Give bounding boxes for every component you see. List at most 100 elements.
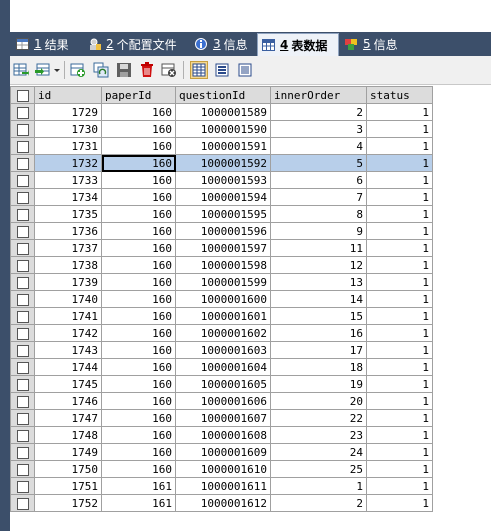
table-row[interactable]: 1737 160 1000001597 11 1	[10, 239, 433, 257]
cell-paperid[interactable]: 160	[101, 205, 176, 223]
cell-paperid[interactable]: 160	[101, 222, 176, 240]
cell-questionid[interactable]: 1000001595	[175, 205, 271, 223]
cell-id[interactable]: 1745	[34, 375, 102, 393]
query-editor-area[interactable]	[10, 0, 491, 32]
cell-innerorder[interactable]: 25	[270, 460, 367, 478]
cell-questionid[interactable]: 1000001611	[175, 477, 271, 495]
cell-questionid[interactable]: 1000001605	[175, 375, 271, 393]
table-row[interactable]: 1733 160 1000001593 6 1	[10, 171, 433, 189]
cell-status[interactable]: 1	[366, 103, 433, 121]
row-checkbox[interactable]	[10, 120, 35, 138]
cell-paperid[interactable]: 160	[101, 307, 176, 325]
column-header-innerorder[interactable]: innerOrder	[270, 86, 367, 104]
cell-innerorder[interactable]: 8	[270, 205, 367, 223]
cell-innerorder[interactable]: 14	[270, 290, 367, 308]
cell-paperid[interactable]: 160	[101, 137, 176, 155]
row-checkbox[interactable]	[10, 460, 35, 478]
cell-status[interactable]: 1	[366, 171, 433, 189]
cell-paperid[interactable]: 160	[101, 188, 176, 206]
table-row[interactable]: 1734 160 1000001594 7 1	[10, 188, 433, 206]
cell-paperid[interactable]: 160	[101, 460, 176, 478]
cell-id[interactable]: 1733	[34, 171, 102, 189]
cell-id[interactable]: 1750	[34, 460, 102, 478]
cell-innerorder[interactable]: 2	[270, 494, 367, 512]
cell-questionid[interactable]: 1000001598	[175, 256, 271, 274]
save-icon[interactable]	[116, 62, 132, 78]
cell-status[interactable]: 1	[366, 154, 433, 172]
cell-status[interactable]: 1	[366, 477, 433, 495]
row-checkbox[interactable]	[10, 273, 35, 291]
cell-innerorder[interactable]: 18	[270, 358, 367, 376]
row-checkbox[interactable]	[10, 358, 35, 376]
cell-status[interactable]: 1	[366, 324, 433, 342]
cell-paperid[interactable]: 161	[101, 494, 176, 512]
cell-questionid[interactable]: 1000001592	[175, 154, 271, 172]
tab-info[interactable]: 3 信息	[191, 34, 255, 54]
cell-id[interactable]: 1741	[34, 307, 102, 325]
cell-questionid[interactable]: 1000001593	[175, 171, 271, 189]
cell-innerorder[interactable]: 20	[270, 392, 367, 410]
cell-paperid[interactable]: 160	[101, 239, 176, 257]
table-row[interactable]: 1745 160 1000001605 19 1	[10, 375, 433, 393]
cell-innerorder[interactable]: 3	[270, 120, 367, 138]
cell-id[interactable]: 1736	[34, 222, 102, 240]
cell-paperid[interactable]: 161	[101, 477, 176, 495]
cell-questionid[interactable]: 1000001594	[175, 188, 271, 206]
tab-results[interactable]: 1 结果	[12, 34, 80, 54]
cell-questionid[interactable]: 1000001596	[175, 222, 271, 240]
cell-status[interactable]: 1	[366, 307, 433, 325]
table-row[interactable]: 1742 160 1000001602 16 1	[10, 324, 433, 342]
cell-paperid[interactable]: 160	[101, 103, 176, 121]
cell-innerorder[interactable]: 12	[270, 256, 367, 274]
cell-status[interactable]: 1	[366, 188, 433, 206]
cell-questionid[interactable]: 1000001600	[175, 290, 271, 308]
column-header-questionid[interactable]: questionId	[175, 86, 271, 104]
cell-status[interactable]: 1	[366, 273, 433, 291]
cell-questionid[interactable]: 1000001597	[175, 239, 271, 257]
cell-questionid[interactable]: 1000001589	[175, 103, 271, 121]
cell-id[interactable]: 1730	[34, 120, 102, 138]
cell-paperid[interactable]: 160	[101, 443, 176, 461]
cell-id[interactable]: 1729	[34, 103, 102, 121]
cell-innerorder[interactable]: 11	[270, 239, 367, 257]
cell-innerorder[interactable]: 1	[270, 477, 367, 495]
cell-innerorder[interactable]: 13	[270, 273, 367, 291]
cell-innerorder[interactable]: 7	[270, 188, 367, 206]
cell-status[interactable]: 1	[366, 239, 433, 257]
cell-innerorder[interactable]: 23	[270, 426, 367, 444]
cell-status[interactable]: 1	[366, 290, 433, 308]
table-row[interactable]: 1736 160 1000001596 9 1	[10, 222, 433, 240]
add-row-icon[interactable]	[70, 62, 86, 78]
cell-questionid[interactable]: 1000001599	[175, 273, 271, 291]
cell-status[interactable]: 1	[366, 358, 433, 376]
cell-questionid[interactable]: 1000001610	[175, 460, 271, 478]
cell-paperid[interactable]: 160	[101, 120, 176, 138]
table-row[interactable]: 1740 160 1000001600 14 1	[10, 290, 433, 308]
cell-questionid[interactable]: 1000001601	[175, 307, 271, 325]
column-header-id[interactable]: id	[34, 86, 102, 104]
cell-questionid[interactable]: 1000001608	[175, 426, 271, 444]
tab-table-data[interactable]: 4 表数据	[257, 33, 339, 56]
export-icon[interactable]	[13, 62, 29, 78]
cell-status[interactable]: 1	[366, 375, 433, 393]
cell-id[interactable]: 1732	[34, 154, 102, 172]
table-row[interactable]: 1741 160 1000001601 15 1	[10, 307, 433, 325]
table-row[interactable]: 1729 160 1000001589 2 1	[10, 103, 433, 121]
table-row[interactable]: 1743 160 1000001603 17 1	[10, 341, 433, 359]
table-row[interactable]: 1731 160 1000001591 4 1	[10, 137, 433, 155]
table-row[interactable]: 1752 161 1000001612 2 1	[10, 494, 433, 512]
table-row[interactable]: 1748 160 1000001608 23 1	[10, 426, 433, 444]
table-row[interactable]: 1735 160 1000001595 8 1	[10, 205, 433, 223]
cell-innerorder[interactable]: 16	[270, 324, 367, 342]
cell-questionid[interactable]: 1000001606	[175, 392, 271, 410]
cell-id[interactable]: 1747	[34, 409, 102, 427]
cell-id[interactable]: 1749	[34, 443, 102, 461]
cancel-icon[interactable]	[161, 62, 177, 78]
cell-id[interactable]: 1752	[34, 494, 102, 512]
row-checkbox[interactable]	[10, 375, 35, 393]
cell-innerorder[interactable]: 24	[270, 443, 367, 461]
cell-questionid[interactable]: 1000001607	[175, 409, 271, 427]
column-header-paperid[interactable]: paperId	[101, 86, 176, 104]
cell-paperid[interactable]: 160	[101, 290, 176, 308]
table-row[interactable]: 1732 160 1000001592 5 1	[10, 154, 433, 172]
